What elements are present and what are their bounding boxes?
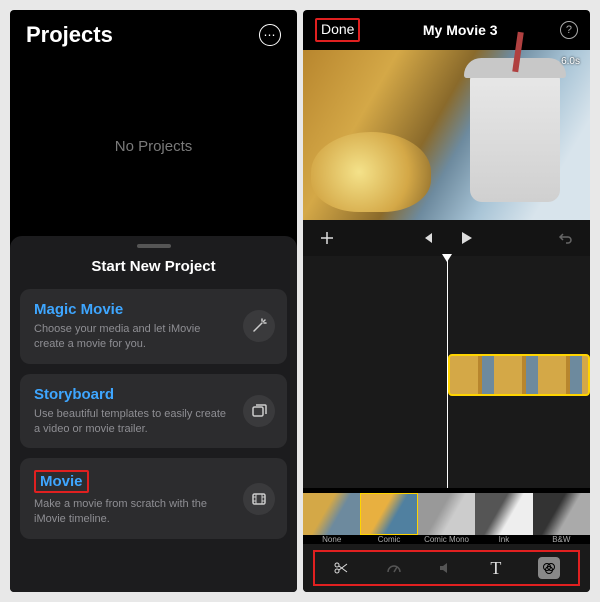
- filter-bw[interactable]: B&W: [533, 488, 590, 544]
- video-preview[interactable]: 6.0s: [303, 50, 590, 220]
- movie-title: My Movie 3: [423, 22, 498, 38]
- prev-frame-button[interactable]: [420, 231, 434, 245]
- undo-button[interactable]: [558, 230, 574, 246]
- wand-icon: [243, 310, 275, 342]
- filter-comic-mono[interactable]: Comic Mono: [418, 488, 475, 544]
- add-media-button[interactable]: [319, 230, 335, 246]
- filter-none[interactable]: None: [303, 488, 360, 544]
- film-icon: [243, 483, 275, 515]
- text-tool[interactable]: T: [490, 558, 501, 579]
- card-title: Storyboard: [34, 386, 231, 403]
- card-desc: Make a movie from scratch with the iMovi…: [34, 497, 231, 527]
- sheet-title: Start New Project: [20, 258, 287, 275]
- editor-header: Done My Movie 3 ?: [303, 10, 590, 50]
- editor-screen: Done My Movie 3 ? 6.0s None Comic Comic …: [303, 10, 590, 592]
- projects-header: Projects ⋯: [10, 10, 297, 56]
- card-title: Movie: [34, 470, 231, 493]
- playback-controls: [303, 220, 590, 256]
- sheet-handle[interactable]: [137, 244, 171, 248]
- video-clip[interactable]: [448, 354, 590, 396]
- projects-screen: Projects ⋯ No Projects Start New Project…: [10, 10, 297, 592]
- card-magic-movie[interactable]: Magic Movie Choose your media and let iM…: [20, 289, 287, 364]
- done-button[interactable]: Done: [315, 18, 360, 42]
- scissors-icon[interactable]: [333, 560, 349, 576]
- preview-cup: [470, 72, 560, 202]
- play-button[interactable]: [458, 230, 474, 246]
- help-icon[interactable]: ?: [560, 21, 578, 39]
- card-storyboard[interactable]: Storyboard Use beautiful templates to ea…: [20, 374, 287, 449]
- speed-icon[interactable]: [386, 560, 402, 576]
- edit-toolbar: T: [313, 550, 580, 586]
- projects-title: Projects: [26, 22, 113, 48]
- storyboard-icon: [243, 395, 275, 427]
- no-projects-label: No Projects: [10, 56, 297, 236]
- card-movie[interactable]: Movie Make a movie from scratch with the…: [20, 458, 287, 539]
- filter-ink[interactable]: Ink: [475, 488, 532, 544]
- clip-duration: 6.0s: [561, 56, 580, 67]
- filter-strip: None Comic Comic Mono Ink B&W: [303, 488, 590, 544]
- card-title: Magic Movie: [34, 301, 231, 318]
- new-project-sheet: Start New Project Magic Movie Choose you…: [10, 236, 297, 592]
- volume-icon[interactable]: [438, 560, 454, 576]
- filters-tool[interactable]: [538, 557, 560, 579]
- more-icon[interactable]: ⋯: [259, 24, 281, 46]
- timeline[interactable]: None Comic Comic Mono Ink B&W T: [303, 256, 590, 592]
- card-desc: Choose your media and let iMovie create …: [34, 322, 231, 352]
- card-desc: Use beautiful templates to easily create…: [34, 407, 231, 437]
- filter-comic[interactable]: Comic: [360, 488, 417, 544]
